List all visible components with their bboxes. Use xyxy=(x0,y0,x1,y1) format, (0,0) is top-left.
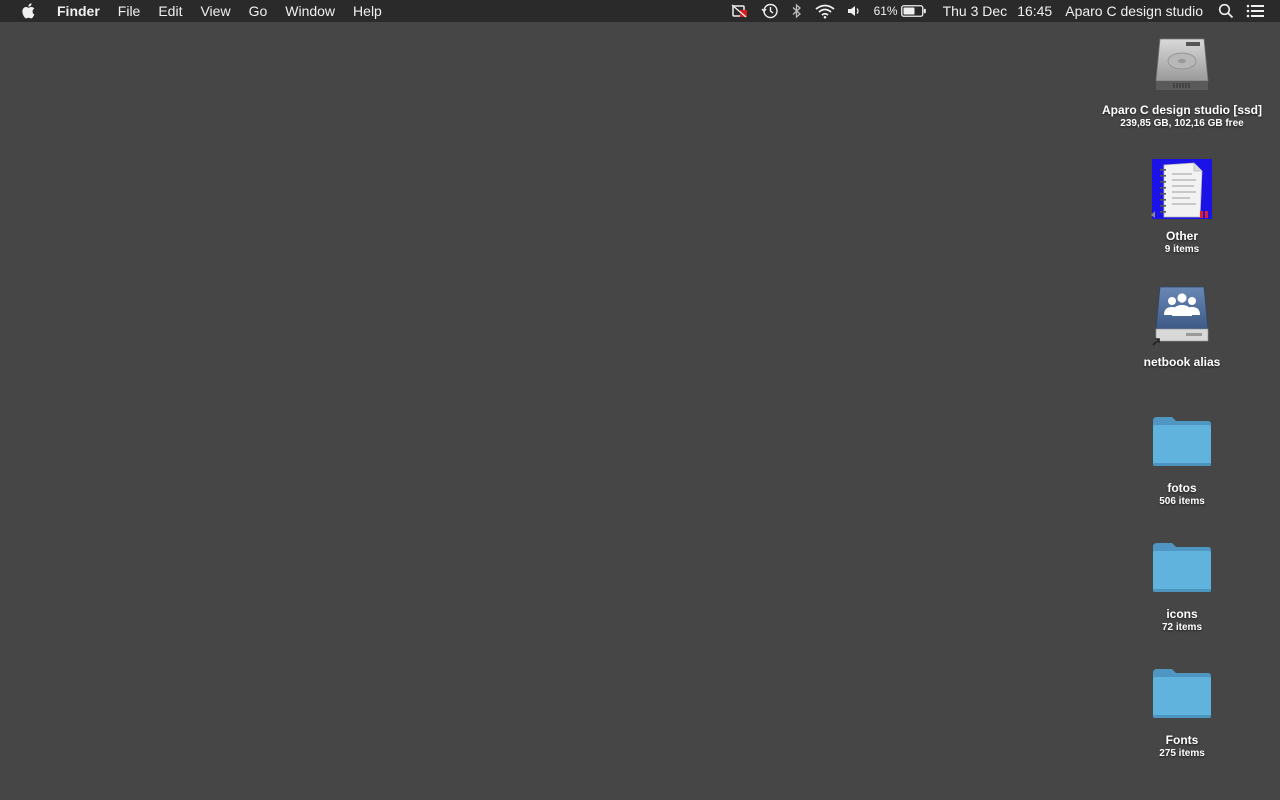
desktop-item-info: 506 items xyxy=(1159,496,1205,507)
clock-date[interactable]: Thu 3 Dec xyxy=(933,0,1013,22)
hard-drive-icon xyxy=(1149,30,1215,96)
spotlight-search-icon[interactable] xyxy=(1208,0,1240,22)
video-muted-icon[interactable] xyxy=(725,0,755,22)
current-user[interactable]: Aparo C design studio xyxy=(1057,0,1208,22)
menu-bar-status: 61% Thu 3 Dec 16:45 Aparo C design studi… xyxy=(725,0,1272,22)
menu-window[interactable]: Window xyxy=(276,0,344,22)
folder-icon xyxy=(1149,660,1215,726)
menu-view[interactable]: View xyxy=(191,0,239,22)
desktop-item-fotos[interactable]: fotos 506 items xyxy=(1087,408,1277,507)
wifi-icon[interactable] xyxy=(809,0,841,22)
desktop-item-fonts[interactable]: Fonts 275 items xyxy=(1087,660,1277,759)
desktop-item-info: 239,85 GB, 102,16 GB free xyxy=(1120,118,1244,129)
desktop-item-label: Other xyxy=(1165,229,1198,243)
desktop-item-label: icons xyxy=(1166,607,1198,621)
menu-app-finder[interactable]: Finder xyxy=(53,0,109,22)
menu-go[interactable]: Go xyxy=(240,0,277,22)
battery-icon[interactable] xyxy=(900,0,933,22)
folder-icon xyxy=(1149,534,1215,600)
desktop-item-label: Fonts xyxy=(1165,733,1199,747)
desktop-item-other[interactable]: Other 9 items xyxy=(1087,156,1277,255)
desktop-item-icons[interactable]: icons 72 items xyxy=(1087,534,1277,633)
apple-menu-icon[interactable] xyxy=(19,0,37,22)
clock-time[interactable]: 16:45 xyxy=(1012,0,1057,22)
desktop-item-netbook-alias[interactable]: netbook alias xyxy=(1087,282,1277,369)
menu-edit[interactable]: Edit xyxy=(149,0,191,22)
network-share-alias-icon xyxy=(1149,282,1215,348)
menu-bar-left: Finder File Edit View Go Window Help xyxy=(0,0,391,22)
desktop-item-info: 72 items xyxy=(1161,622,1203,633)
desktop-item-label: netbook alias xyxy=(1143,355,1221,369)
desktop-item-label: fotos xyxy=(1167,481,1197,495)
bluetooth-icon[interactable] xyxy=(785,0,809,22)
menu-file[interactable]: File xyxy=(109,0,150,22)
document-folder-icon xyxy=(1149,156,1215,222)
desktop-item-info: 275 items xyxy=(1159,748,1205,759)
volume-icon[interactable] xyxy=(841,0,869,22)
battery-percent[interactable]: 61% xyxy=(869,0,901,22)
notification-center-icon[interactable] xyxy=(1240,0,1272,22)
time-machine-icon[interactable] xyxy=(755,0,785,22)
desktop-item-label: Aparo C design studio [ssd] xyxy=(1101,103,1262,117)
folder-icon xyxy=(1149,408,1215,474)
desktop-item-hard-drive[interactable]: Aparo C design studio [ssd] 239,85 GB, 1… xyxy=(1087,30,1277,129)
menu-bar: Finder File Edit View Go Window Help 61%… xyxy=(0,0,1280,22)
menu-help[interactable]: Help xyxy=(344,0,391,22)
desktop-item-info: 9 items xyxy=(1164,244,1200,255)
